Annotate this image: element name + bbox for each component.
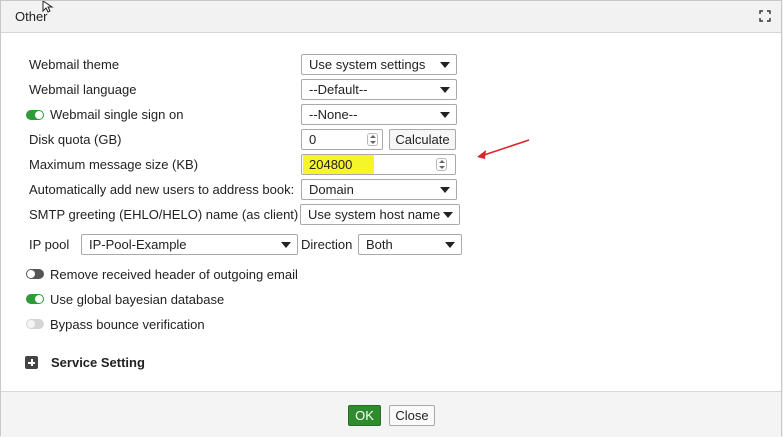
chevron-down-icon — [281, 242, 291, 248]
chevron-down-icon — [440, 112, 450, 118]
ok-button[interactable]: OK — [348, 405, 381, 426]
direction-select[interactable]: Both — [358, 234, 462, 255]
webmail-language-label: Webmail language — [29, 82, 137, 97]
chevron-down-icon — [440, 87, 450, 93]
dialog-titlebar: Other — [1, 1, 781, 33]
calculate-button[interactable]: Calculate — [389, 129, 456, 150]
spinner-icon[interactable] — [436, 158, 447, 171]
max-message-size-label: Maximum message size (KB) — [29, 157, 199, 172]
dialog-footer: OK Close — [1, 391, 781, 437]
disk-quota-input[interactable]: 0 — [301, 129, 383, 150]
ip-pool-value: IP-Pool-Example — [89, 237, 187, 252]
chevron-down-icon — [440, 187, 450, 193]
global-bayesian-toggle[interactable] — [26, 294, 44, 304]
webmail-sso-select[interactable]: --None-- — [301, 104, 457, 125]
webmail-theme-select[interactable]: Use system settings — [301, 54, 457, 75]
webmail-theme-label: Webmail theme — [29, 57, 120, 72]
webmail-sso-label: Webmail single sign on — [50, 107, 184, 122]
annotation-arrow-icon — [477, 139, 530, 159]
ip-pool-label: IP pool — [29, 237, 70, 252]
service-setting-header[interactable]: Service Setting — [51, 355, 145, 370]
remove-received-header-toggle[interactable] — [26, 269, 44, 279]
chevron-down-icon — [440, 62, 450, 68]
webmail-theme-value: Use system settings — [309, 57, 426, 72]
bypass-bounce-toggle — [26, 319, 44, 329]
chevron-down-icon — [445, 242, 455, 248]
max-message-size-input[interactable]: 204800 — [301, 154, 456, 175]
webmail-language-value: --Default-- — [309, 82, 368, 97]
disk-quota-label: Disk quota (GB) — [29, 132, 122, 147]
chevron-down-icon — [443, 212, 453, 218]
mouse-cursor-icon — [42, 1, 54, 13]
smtp-greeting-value: Use system host name — [308, 207, 441, 222]
ip-pool-select[interactable]: IP-Pool-Example — [81, 234, 298, 255]
auto-add-users-select[interactable]: Domain — [301, 179, 457, 200]
direction-value: Both — [366, 237, 393, 252]
remove-received-header-label: Remove received header of outgoing email — [50, 267, 298, 282]
direction-label: Direction — [301, 237, 353, 252]
maximize-icon[interactable] — [759, 10, 771, 22]
close-button[interactable]: Close — [389, 405, 435, 426]
webmail-language-select[interactable]: --Default-- — [301, 79, 457, 100]
bypass-bounce-label: Bypass bounce verification — [50, 317, 205, 332]
smtp-greeting-select[interactable]: Use system host name — [300, 204, 460, 225]
auto-add-users-value: Domain — [309, 182, 354, 197]
disk-quota-value: 0 — [309, 132, 317, 147]
global-bayesian-label: Use global bayesian database — [50, 292, 225, 307]
smtp-greeting-label: SMTP greeting (EHLO/HELO) name (as clien… — [29, 207, 299, 222]
webmail-sso-toggle[interactable] — [26, 110, 44, 120]
auto-add-users-label: Automatically add new users to address b… — [29, 182, 295, 197]
webmail-sso-value: --None-- — [309, 107, 358, 122]
spinner-icon[interactable] — [367, 133, 378, 146]
max-message-size-value: 204800 — [309, 157, 353, 172]
other-settings-dialog: Other Webmail theme Use system settings … — [0, 0, 782, 437]
expand-plus-icon[interactable] — [25, 356, 38, 369]
